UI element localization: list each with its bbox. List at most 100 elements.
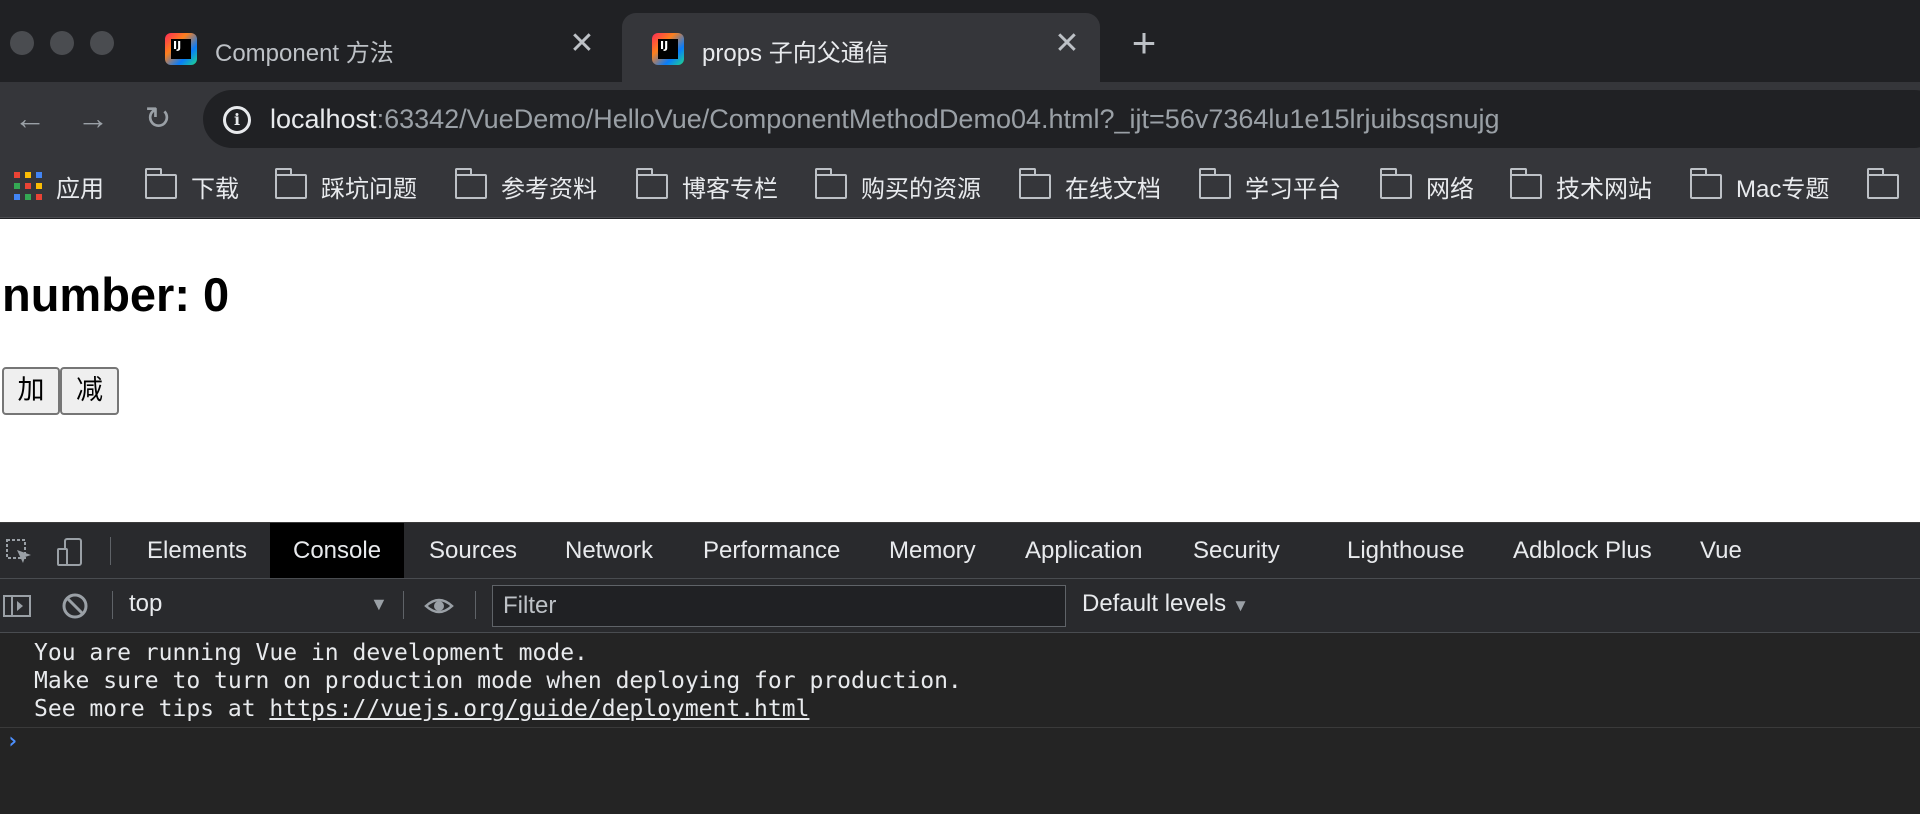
live-expression-eye-icon[interactable]: [424, 591, 454, 621]
bookmark-folder-overflow[interactable]: [1866, 166, 1913, 206]
site-info-icon[interactable]: i: [223, 106, 251, 134]
bookmark-label: Mac专题: [1736, 175, 1830, 203]
folder-icon: [1509, 167, 1542, 199]
bookmark-folder[interactable]: 学习平台: [1198, 166, 1341, 206]
tab-title: props 子向父通信: [702, 40, 889, 67]
bookmark-folder[interactable]: 技术网站: [1509, 166, 1652, 206]
folder-icon: [1198, 167, 1231, 199]
bookmark-folder[interactable]: 购买的资源: [814, 166, 981, 206]
filter-input[interactable]: [493, 586, 1065, 626]
bookmark-apps[interactable]: 应用: [14, 166, 104, 206]
intellij-favicon-icon: IJ: [652, 33, 684, 65]
log-levels-label: Default levels: [1082, 590, 1227, 617]
devtools-panel: Elements Console Sources Network Perform…: [0, 522, 1920, 814]
bookmark-label: 参考资料: [501, 175, 597, 203]
tab-title: Component 方法: [215, 40, 394, 67]
device-toolbar-icon[interactable]: [56, 537, 86, 567]
back-arrow-icon[interactable]: ←: [10, 98, 50, 138]
reload-icon[interactable]: ↻: [138, 98, 178, 138]
tab-close-icon[interactable]: ✕: [1052, 29, 1082, 59]
chevron-down-icon[interactable]: ▼: [370, 594, 388, 615]
devtools-separator: [475, 591, 476, 619]
devtools-tab-network[interactable]: Network: [542, 523, 676, 578]
clear-console-icon[interactable]: [60, 591, 90, 621]
tab-close-icon[interactable]: ✕: [567, 29, 597, 59]
window-close-dot[interactable]: [10, 31, 34, 55]
deployment-link[interactable]: https://vuejs.org/guide/deployment.html: [269, 696, 809, 722]
devtools-tab-vue[interactable]: Vue: [1677, 523, 1765, 578]
folder-icon: [1018, 167, 1051, 199]
bookmark-folder[interactable]: 网络: [1379, 166, 1474, 206]
console-prompt-icon[interactable]: ›: [6, 729, 19, 754]
browser-tab-component-methods[interactable]: IJ Component 方法 ✕: [135, 13, 615, 82]
devtools-tab-lighthouse[interactable]: Lighthouse: [1324, 523, 1487, 578]
bookmark-folder[interactable]: Mac专题: [1689, 166, 1830, 206]
console-toolbar: top ▼ Default levels ▼: [0, 579, 1920, 633]
devtools-separator: [110, 537, 111, 565]
console-filter[interactable]: [492, 585, 1066, 627]
browser-tab-props[interactable]: IJ props 子向父通信 ✕: [622, 13, 1100, 82]
bookmark-folder[interactable]: 踩坑问题: [274, 166, 417, 206]
bookmark-folder[interactable]: 在线文档: [1018, 166, 1161, 206]
console-message: You are running Vue in development mode.…: [0, 633, 1920, 728]
devtools-tab-security[interactable]: Security: [1170, 523, 1303, 578]
url-text[interactable]: localhost:63342/VueDemo/HelloVue/Compone…: [270, 104, 1500, 135]
chevron-down-icon: ▼: [1232, 596, 1249, 615]
folder-icon: [814, 167, 847, 199]
console-line-text: See more tips at: [34, 696, 270, 722]
bookmark-label: 技术网站: [1556, 175, 1652, 203]
log-levels-dropdown[interactable]: Default levels ▼: [1082, 590, 1249, 618]
devtools-tab-sources[interactable]: Sources: [406, 523, 540, 578]
page-viewport: number: 0 加 减: [0, 219, 1920, 522]
devtools-tab-performance[interactable]: Performance: [680, 523, 863, 578]
address-bar[interactable]: i localhost:63342/VueDemo/HelloVue/Compo…: [203, 90, 1920, 148]
devtools-separator: [403, 591, 404, 619]
url-path: :63342/VueDemo/HelloVue/ComponentMethodD…: [376, 104, 1500, 134]
bookmark-label: 网络: [1426, 175, 1474, 203]
window-zoom-dot[interactable]: [90, 31, 114, 55]
bookmark-label: 下载: [191, 175, 239, 203]
bookmark-label: 博客专栏: [682, 175, 778, 203]
intellij-favicon-icon: IJ: [165, 33, 197, 65]
devtools-tab-elements[interactable]: Elements: [124, 523, 270, 578]
folder-icon: [454, 167, 487, 199]
bookmark-label: 踩坑问题: [321, 175, 417, 203]
forward-arrow-icon[interactable]: →: [73, 98, 113, 138]
bookmarks-bar: 应用 下载 踩坑问题 参考资料 博客专栏 购买的资源 在线文档 学习平台 网络 …: [0, 156, 1920, 218]
bookmark-label: 在线文档: [1065, 175, 1161, 203]
folder-icon: [274, 167, 307, 199]
number-heading: number: 0: [2, 268, 230, 321]
bookmark-folder[interactable]: 下载: [144, 166, 239, 206]
inspect-element-icon[interactable]: [4, 537, 34, 567]
browser-toolbar: ← → ↻ i localhost:63342/VueDemo/HelloVue…: [0, 82, 1920, 156]
new-tab-button[interactable]: +: [1126, 22, 1162, 64]
folder-icon: [635, 167, 668, 199]
bookmark-label: 购买的资源: [861, 175, 981, 203]
window-minimize-dot[interactable]: [50, 31, 74, 55]
increment-button[interactable]: 加: [2, 367, 60, 415]
console-line: Make sure to turn on production mode whe…: [34, 668, 962, 694]
console-output: You are running Vue in development mode.…: [0, 633, 1920, 728]
folder-icon: [1689, 167, 1722, 199]
folder-icon: [144, 167, 177, 199]
console-line: See more tips at https://vuejs.org/guide…: [0, 695, 1920, 723]
folder-icon: [1379, 167, 1412, 199]
folder-icon: [1866, 167, 1899, 199]
devtools-tab-console[interactable]: Console: [270, 523, 405, 578]
browser-titlebar: IJ Component 方法 ✕ IJ props 子向父通信 ✕ +: [0, 0, 1920, 82]
sidebar-toggle-icon[interactable]: [2, 591, 32, 621]
devtools-tab-memory[interactable]: Memory: [866, 523, 999, 578]
devtools-tab-adblock-plus[interactable]: Adblock Plus: [1490, 523, 1675, 578]
devtools-tabbar: Elements Console Sources Network Perform…: [0, 523, 1920, 579]
devtools-tab-application[interactable]: Application: [1002, 523, 1165, 578]
url-host: localhost: [270, 104, 377, 134]
decrement-button[interactable]: 减: [60, 367, 119, 415]
bookmark-label: 学习平台: [1245, 175, 1341, 203]
bookmark-label: 应用: [56, 175, 104, 203]
devtools-separator: [112, 591, 113, 619]
context-selector[interactable]: top: [129, 590, 162, 618]
bookmark-folder[interactable]: 参考资料: [454, 166, 597, 206]
bookmark-folder[interactable]: 博客专栏: [635, 166, 778, 206]
console-line: You are running Vue in development mode.: [34, 640, 588, 666]
apps-grid-icon: [14, 172, 42, 200]
